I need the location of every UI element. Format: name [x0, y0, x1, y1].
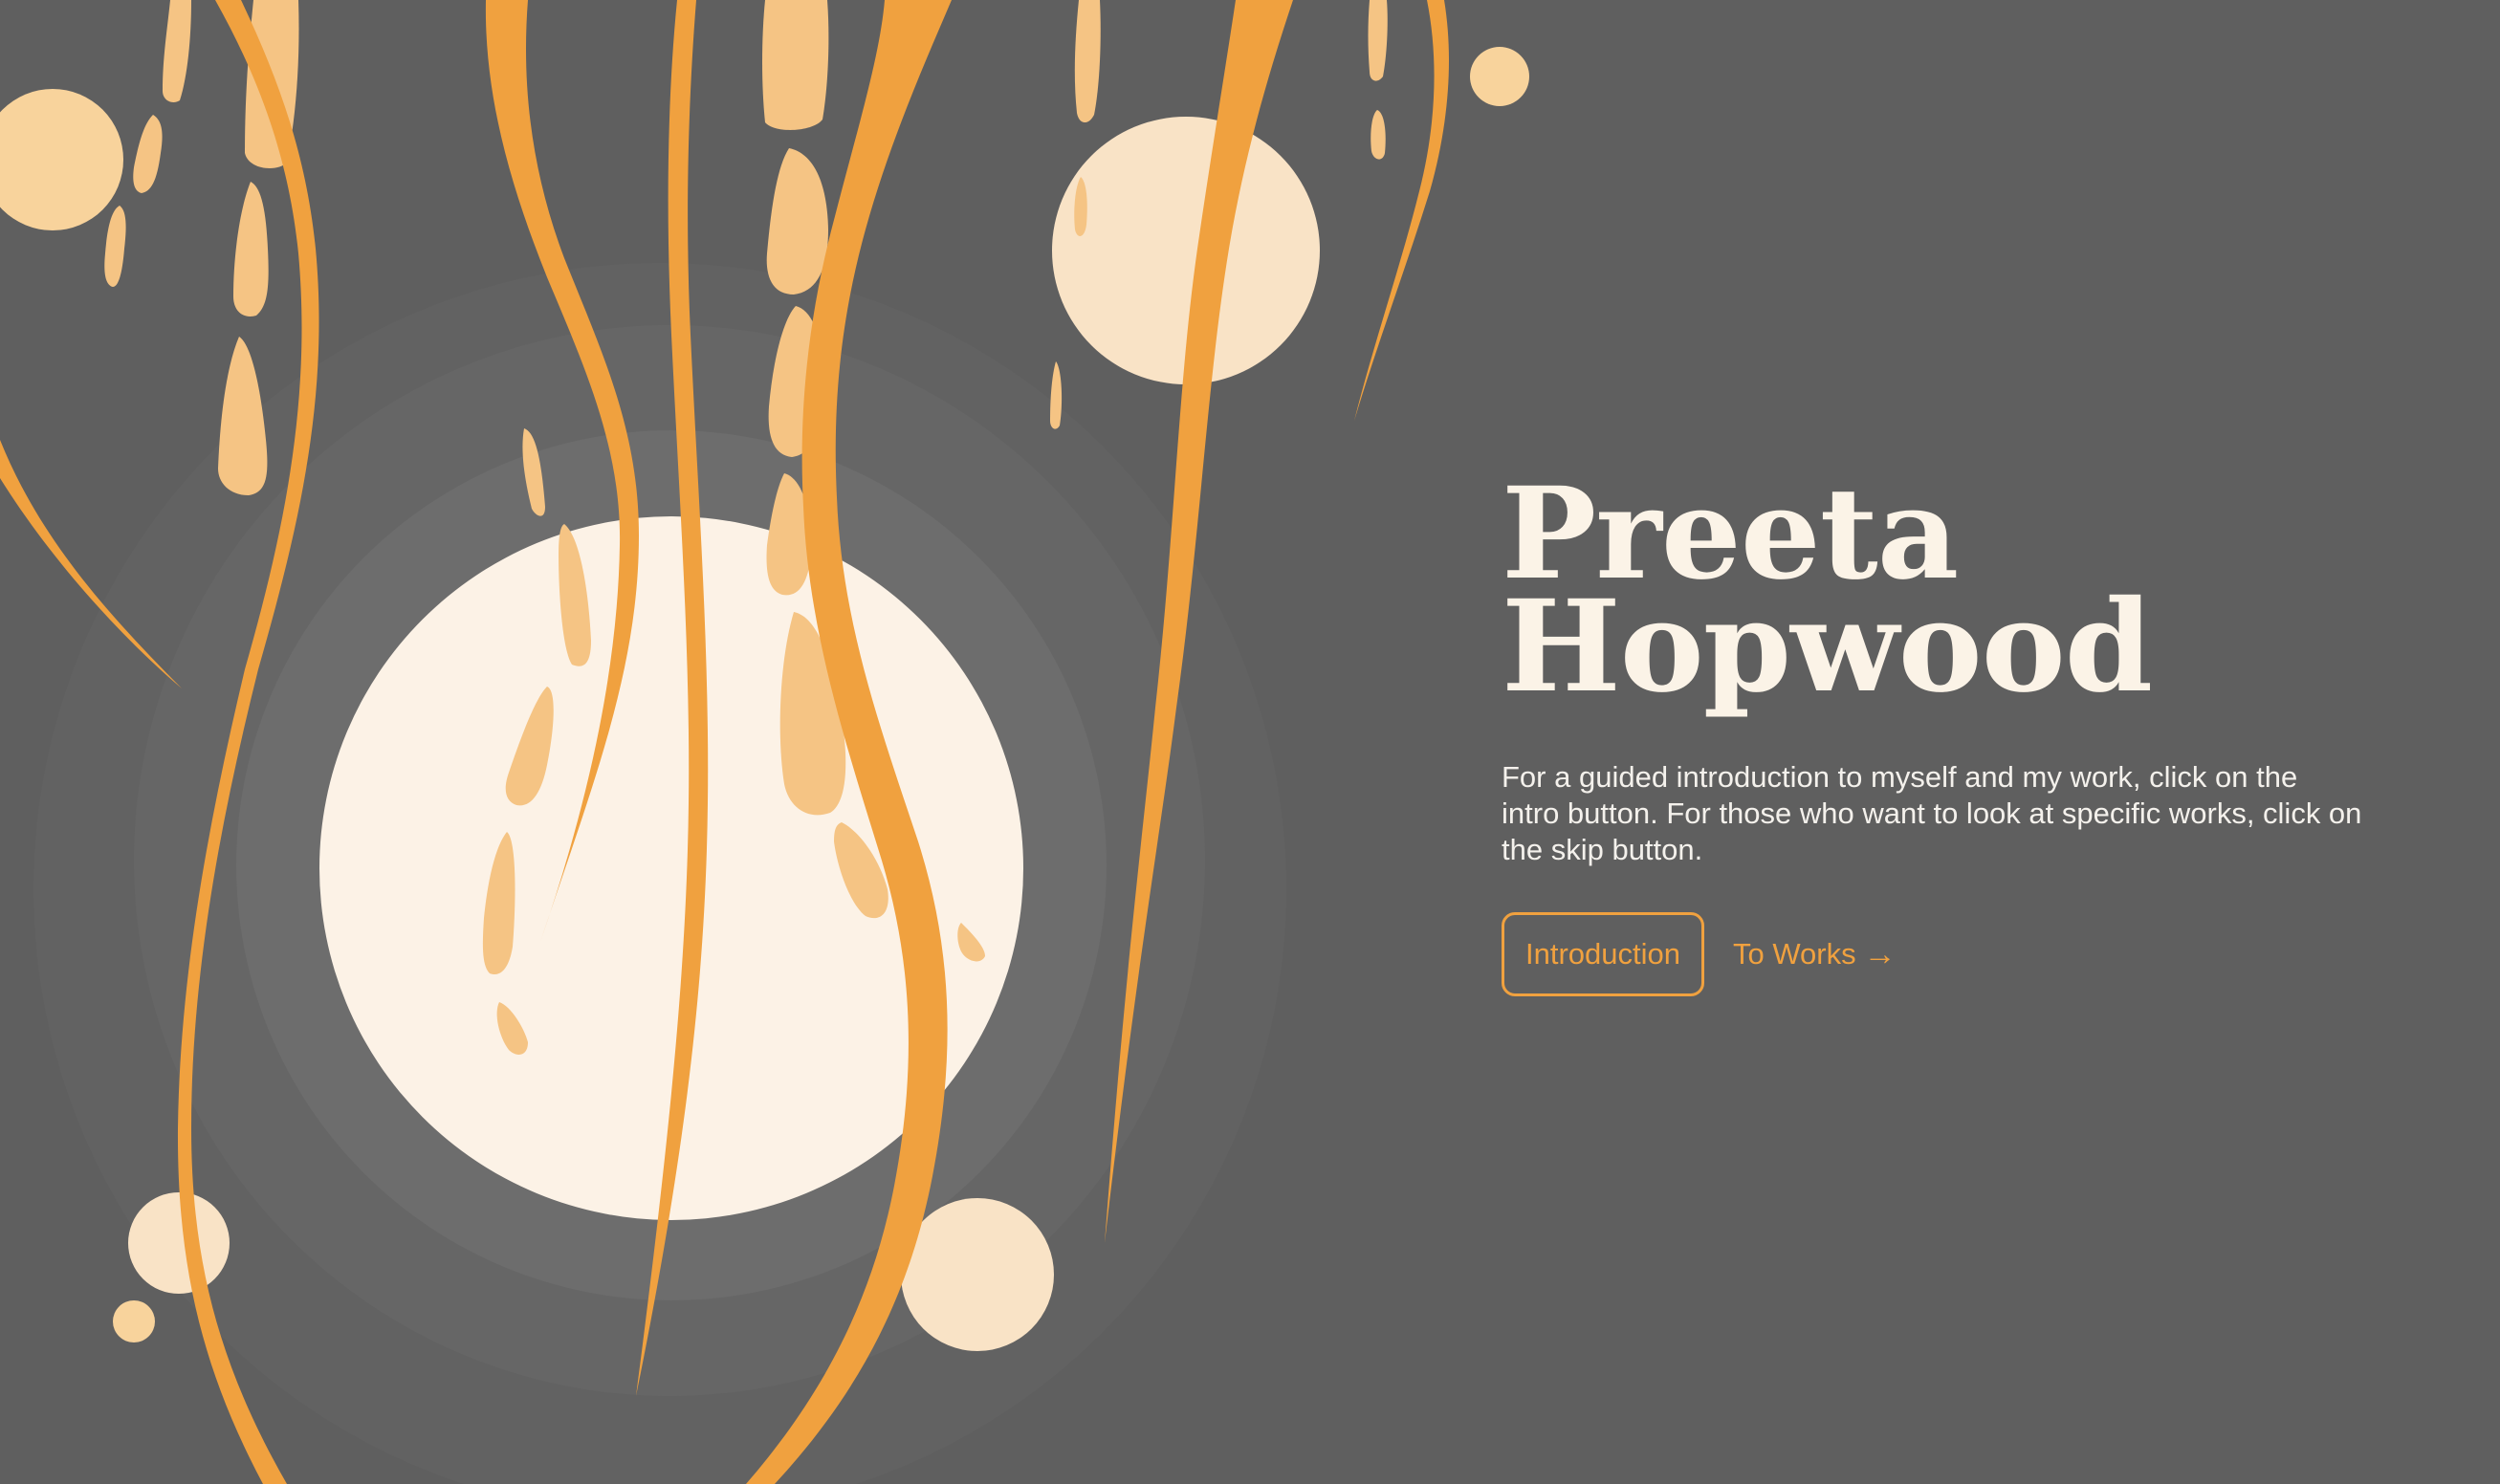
bottom-left-dot: [113, 1300, 155, 1342]
introduction-button[interactable]: Introduction: [1502, 912, 1704, 996]
bottom-left-moon: [128, 1192, 230, 1294]
title-last-name: Hopwood: [1502, 573, 2153, 721]
tendril: [1354, 0, 1449, 421]
hero-panel: Preeta Hopwood For a guided introduction…: [1502, 471, 2362, 996]
drip: [1074, 0, 1101, 123]
page-title: Preeta Hopwood: [1502, 471, 2362, 721]
hero-actions: Introduction To Works →: [1502, 912, 2362, 996]
left-moon: [0, 89, 123, 230]
landing-page: Preeta Hopwood For a guided introduction…: [0, 0, 2500, 1484]
to-works-link[interactable]: To Works →: [1733, 935, 1897, 973]
upper-moon: [1052, 117, 1320, 384]
drip: [233, 182, 269, 316]
drip: [1371, 110, 1386, 160]
drip: [104, 206, 126, 287]
drip: [1368, 0, 1388, 81]
bottom-center-moon: [901, 1198, 1054, 1351]
drip: [1050, 361, 1063, 429]
drip: [766, 148, 828, 295]
drip: [163, 0, 191, 102]
drip: [133, 115, 163, 193]
intro-description: For a guided introduction to myself and …: [1502, 760, 2362, 866]
drip: [218, 337, 268, 495]
to-works-label: To Works: [1733, 937, 1856, 971]
drip: [762, 0, 829, 130]
arrow-right-icon: →: [1863, 936, 1897, 972]
small-dot-top: [1470, 47, 1529, 106]
